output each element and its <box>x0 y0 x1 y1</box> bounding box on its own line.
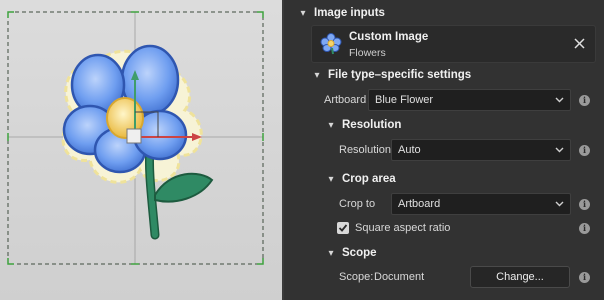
scope-value: Document <box>374 271 425 283</box>
chevron-down-icon <box>555 147 564 153</box>
properties-panel: ▾ Image inputs Custom Image Flowers ▾ Fi… <box>284 0 604 300</box>
card-subtitle: Flowers <box>349 47 386 59</box>
crop-area-title: Crop area <box>342 173 396 185</box>
info-icon[interactable]: i <box>579 199 590 210</box>
chevron-down-icon <box>555 201 564 207</box>
artboard-dropdown[interactable]: Blue Flower <box>368 89 571 111</box>
file-settings-section-header[interactable]: ▾ File type–specific settings <box>284 67 604 83</box>
artboard-label: Artboard <box>324 94 367 106</box>
scope-section-header[interactable]: ▾ Scope <box>284 245 604 261</box>
square-aspect-label[interactable]: Square aspect ratio <box>355 222 450 234</box>
resolution-section-header[interactable]: ▾ Resolution <box>284 117 604 133</box>
square-aspect-checkbox[interactable] <box>337 222 349 234</box>
custom-image-card[interactable]: Custom Image Flowers <box>311 25 596 63</box>
resolution-title: Resolution <box>342 119 402 131</box>
info-icon[interactable]: i <box>579 95 590 106</box>
close-icon[interactable] <box>574 38 585 49</box>
crop-to-dropdown[interactable]: Artboard <box>391 193 571 215</box>
chevron-down-icon: ▾ <box>328 247 334 259</box>
artboard-value: Blue Flower <box>375 94 434 106</box>
crop-to-value: Artboard <box>398 198 441 210</box>
chevron-down-icon: ▾ <box>328 173 334 185</box>
chevron-down-icon: ▾ <box>328 119 334 131</box>
checkmark-icon <box>338 224 348 232</box>
info-icon[interactable]: i <box>579 145 590 156</box>
flower-artwork <box>7 11 264 265</box>
artboard-canvas[interactable] <box>0 0 282 300</box>
crop-to-label: Crop to <box>339 198 376 210</box>
info-icon[interactable]: i <box>579 272 590 283</box>
chevron-down-icon: ▾ <box>314 69 320 81</box>
crop-area-section-header[interactable]: ▾ Crop area <box>284 171 604 187</box>
scope-label: Scope: <box>339 271 374 283</box>
chevron-down-icon: ▾ <box>300 7 306 19</box>
image-inputs-section-header[interactable]: ▾ Image inputs <box>284 5 604 21</box>
card-title: Custom Image <box>349 31 429 43</box>
crop-to-row: Crop to Artboard i <box>284 193 604 215</box>
flower-thumbnail-icon <box>320 33 342 55</box>
scope-title: Scope <box>342 247 377 259</box>
resolution-value: Auto <box>398 144 421 156</box>
change-scope-button[interactable]: Change... <box>470 266 570 288</box>
image-inputs-title: Image inputs <box>314 7 385 19</box>
file-settings-title: File type–specific settings <box>328 69 472 81</box>
artboard-row: Artboard Blue Flower i <box>284 89 604 111</box>
resolution-dropdown[interactable]: Auto <box>391 139 571 161</box>
resolution-row: Resolution Auto i <box>284 139 604 161</box>
resolution-label: Resolution <box>339 144 391 156</box>
info-icon[interactable]: i <box>579 223 590 234</box>
chevron-down-icon <box>555 97 564 103</box>
